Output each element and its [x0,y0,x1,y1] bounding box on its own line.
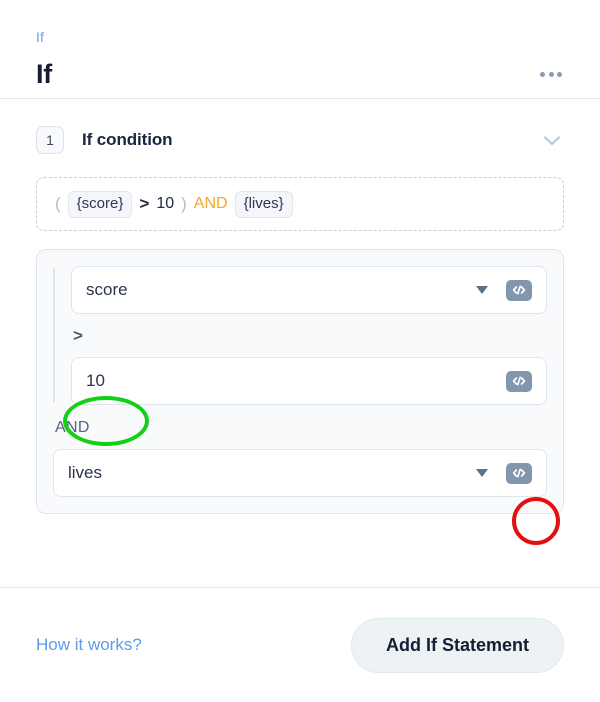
right-operand-value: 10 [86,371,105,390]
condition-preview: ( {score} > 10 ) AND {lives} [36,177,564,231]
section-header: 1 If condition [36,125,564,155]
kebab-dot [548,71,554,77]
left-operand-value: score [86,280,128,299]
how-it-works-link[interactable]: How it works? [36,635,142,655]
chevron-down-icon[interactable] [476,469,488,477]
step-number-badge: 1 [36,126,64,154]
code-icon-second-condition[interactable] [506,462,532,484]
preview-token-left: {score} [67,190,133,218]
preview-value: 10 [156,195,175,212]
comparison-operator[interactable]: > [71,314,547,357]
chevron-down-icon[interactable] [476,286,488,294]
condition-builder-card: score > 10 AND lives [36,249,564,514]
kebab-dot [540,71,545,77]
kebab-menu-icon[interactable] [538,64,564,85]
preview-close-paren: ) [181,194,187,213]
title-row: If [36,58,564,90]
logical-conjunction[interactable]: AND [53,405,547,449]
preview-open-paren: ( [55,194,61,213]
preview-token-right: {lives} [234,190,293,218]
code-icon-left-operand[interactable] [506,279,532,301]
if-condition-section: 1 If condition ( {score} > 10 ) AND {liv… [0,99,600,514]
page-header: If If [0,0,600,99]
page-footer: How it works? Add If Statement [0,587,600,702]
breadcrumb[interactable]: If [36,28,564,46]
second-condition-select[interactable]: lives [53,449,547,497]
chevron-down-icon[interactable] [540,128,564,152]
preview-conjunction: AND [193,195,228,212]
add-if-statement-button[interactable]: Add If Statement [350,617,564,673]
page-title: If [36,59,53,89]
section-title: If condition [82,130,173,149]
left-operand-select[interactable]: score [71,266,547,314]
kebab-dot [557,71,562,77]
right-operand-input[interactable]: 10 [71,357,547,405]
second-condition-value: lives [68,463,103,482]
preview-operator: > [139,194,150,213]
code-icon-right-operand[interactable] [506,370,532,392]
condition-group: score > 10 [53,266,547,405]
